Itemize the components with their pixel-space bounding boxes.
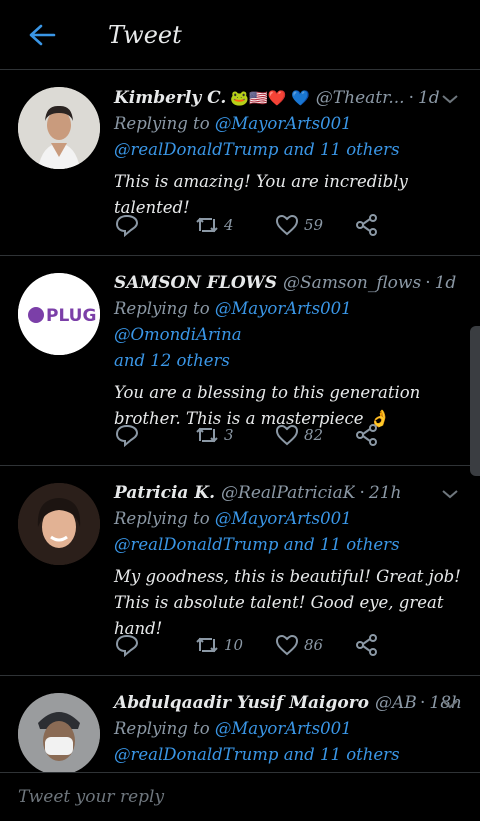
replying-to: Replying to @MayorArts001 @realDonaldTru… [114, 716, 462, 768]
mention-link[interactable]: @realDonaldTrump [114, 140, 278, 159]
author-handle[interactable]: @Samson_flows [283, 270, 421, 296]
tweet-abdulqaadir[interactable]: Abdulqaadir Yusif Maigoro @ABD... · 18h … [0, 676, 480, 772]
replying-to: Replying to @MayorArts001 @realDonaldTru… [114, 111, 462, 163]
scrollbar-thumb[interactable] [470, 326, 480, 476]
replying-label: Replying to [114, 114, 210, 133]
comment-icon [115, 214, 139, 237]
like-count: 82 [304, 426, 324, 444]
heart-icon [275, 424, 299, 446]
separator-dot: · [425, 273, 431, 293]
retweet-icon [196, 217, 218, 233]
author-handle[interactable]: @ABD... [375, 690, 416, 716]
tweet-time: 1d [434, 273, 457, 293]
tweet-kimberly[interactable]: Kimberly C. 🐸🇺🇸❤️ 💙 @Theatr... · 1d Repl… [0, 71, 480, 256]
others-link[interactable]: and 11 others [284, 535, 400, 554]
mention-link[interactable]: @realDonaldTrump [114, 745, 278, 764]
share-button[interactable] [354, 213, 434, 237]
others-link[interactable]: and 12 others [114, 351, 230, 370]
back-button[interactable] [20, 13, 64, 57]
retweet-count: 3 [224, 426, 234, 444]
share-icon [356, 214, 377, 236]
tweet-actions: 10 86 [114, 630, 434, 660]
retweet-button[interactable]: 3 [194, 423, 274, 447]
tweet-time: 1d [417, 88, 440, 108]
mention-link[interactable]: @MayorArts001 [215, 719, 352, 738]
reply-button[interactable] [114, 213, 194, 237]
mention-link[interactable]: @MayorArts001 [215, 299, 352, 318]
retweet-icon [196, 637, 218, 653]
replying-label: Replying to [114, 719, 210, 738]
separator-dot: · [408, 88, 414, 108]
reply-composer[interactable]: Tweet your reply [0, 772, 480, 821]
mention-link[interactable]: @OmondiArina [114, 325, 242, 344]
separator-dot: · [420, 693, 426, 713]
author-name[interactable]: Kimberly C. [114, 85, 226, 111]
tweet-actions: 3 82 [114, 420, 434, 450]
comment-icon [115, 424, 139, 447]
reply-button[interactable] [114, 423, 194, 447]
replying-to: Replying to @MayorArts001 @realDonaldTru… [114, 506, 462, 558]
like-count: 86 [304, 636, 324, 654]
others-link[interactable]: and 11 others [284, 140, 400, 159]
share-icon [356, 424, 377, 446]
tweet-time: 21h [368, 483, 402, 503]
top-bar: Tweet [0, 0, 480, 70]
retweet-count: 4 [224, 216, 234, 234]
mention-link[interactable]: @MayorArts001 [215, 114, 352, 133]
mention-link[interactable]: @realDonaldTrump [114, 535, 278, 554]
avatar[interactable] [18, 87, 100, 169]
heart-icon [275, 634, 299, 656]
share-button[interactable] [354, 423, 434, 447]
retweet-count: 10 [224, 636, 244, 654]
avatar[interactable] [18, 483, 100, 565]
reply-button[interactable] [114, 633, 194, 657]
author-handle[interactable]: @Theatr... [316, 85, 405, 111]
tweet-actions: 4 59 [114, 210, 434, 240]
author-name[interactable]: Patricia K. [114, 480, 215, 506]
separator-dot: · [359, 483, 365, 503]
chevron-down-icon[interactable] [438, 482, 462, 506]
others-link[interactable]: and 11 others [284, 745, 400, 764]
like-count: 59 [304, 216, 324, 234]
like-button[interactable]: 82 [274, 423, 354, 447]
author-name[interactable]: SAMSON FLOWS [114, 270, 277, 296]
author-handle[interactable]: @RealPatriciaK [221, 480, 355, 506]
name-emojis: 🐸🇺🇸❤️ 💙 [230, 89, 310, 107]
share-icon [356, 634, 377, 656]
replying-to: Replying to @MayorArts001 @OmondiArina a… [114, 296, 462, 374]
chevron-down-icon[interactable] [438, 87, 462, 111]
author-name[interactable]: Abdulqaadir Yusif Maigoro [114, 690, 369, 716]
retweet-button[interactable]: 4 [194, 213, 274, 237]
chevron-down-icon[interactable] [438, 692, 462, 716]
tweet-patricia[interactable]: Patricia K. @RealPatriciaK · 21h Replyin… [0, 466, 480, 676]
heart-icon [275, 214, 299, 236]
reply-input[interactable]: Tweet your reply [18, 787, 164, 807]
avatar[interactable]: PLUG [18, 273, 100, 355]
arrow-left-icon [29, 24, 56, 45]
tweet-samson[interactable]: PLUG SAMSON FLOWS @Samson_flows · 1d Rep… [0, 256, 480, 466]
avatar[interactable] [18, 693, 100, 772]
mention-link[interactable]: @MayorArts001 [215, 509, 352, 528]
page-title: Tweet [108, 20, 182, 49]
retweet-button[interactable]: 10 [194, 633, 274, 657]
share-button[interactable] [354, 633, 434, 657]
like-button[interactable]: 59 [274, 213, 354, 237]
replying-label: Replying to [114, 509, 210, 528]
logo-text: PLUG [46, 306, 96, 326]
replying-label: Replying to [114, 299, 210, 318]
like-button[interactable]: 86 [274, 633, 354, 657]
comment-icon [115, 634, 139, 657]
retweet-icon [196, 427, 218, 443]
